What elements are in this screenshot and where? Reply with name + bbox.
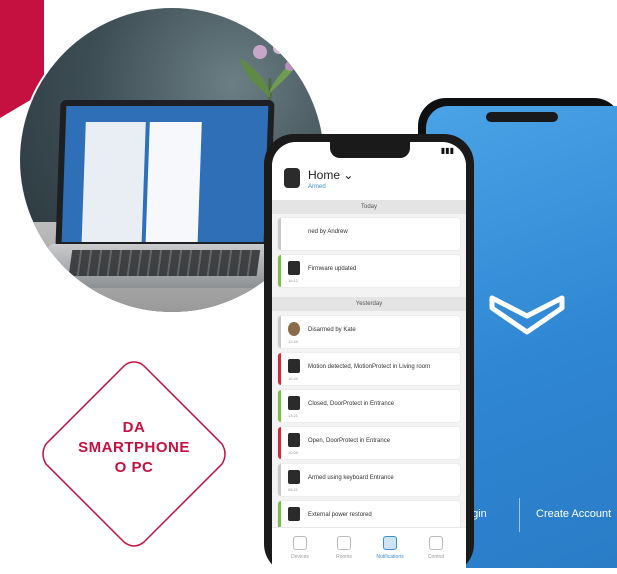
event-status-bar [278,353,281,385]
bottom-tab-bar: Devices Rooms Notifications Control [272,527,466,574]
hub-icon [284,168,300,188]
event-label: Disarmed by Kate [308,327,356,333]
ajax-logo-icon [489,295,565,335]
rooms-icon [337,536,351,550]
control-icon [429,536,443,550]
event-row[interactable]: Firmware updated 16:12 [278,255,460,287]
app-header: Home ⌄ Armed [272,162,466,200]
event-label: Motion detected, MotionProtect in Living… [308,364,431,370]
device-icon [288,507,300,521]
event-time: 16:40 [288,376,299,381]
chevron-down-icon: ⌄ [343,168,354,182]
event-label: Closed, DoorProtect in Entrance [308,401,395,407]
event-row[interactable]: ned by Andrew [278,218,460,250]
event-status-bar [278,464,281,496]
badge-line-2: SMARTPHONE [78,439,190,456]
tab-notifications[interactable]: Notifications [368,536,412,560]
user-avatar-icon [288,322,300,336]
event-status-bar [278,427,281,459]
device-icon [288,433,300,447]
status-bar: ▮▮▮ [272,142,466,162]
event-row[interactable]: Disarmed by Kate 12:40 [278,316,460,348]
event-row[interactable]: Motion detected, MotionProtect in Living… [278,353,460,385]
notifications-icon [383,536,397,550]
event-time: 12:40 [288,339,299,344]
event-label: Armed using keyboard Entrance [308,475,394,481]
create-account-button[interactable]: Create Account [536,508,611,520]
signal-icon: ▮▮▮ [440,146,454,155]
badge-line-1: DA [122,419,146,436]
event-row[interactable]: Open, DoorProtect in Entrance 10:00 [278,427,460,459]
badge-line-3: O PC [114,459,154,476]
device-icon [288,470,300,484]
hub-status: Armed [308,184,326,190]
event-status-bar [278,390,281,422]
device-icon [288,396,300,410]
event-time: 10:00 [288,450,299,455]
app-screen: ▮▮▮ Home ⌄ Armed Today ned by Andrew Fir… [272,142,466,574]
tab-control[interactable]: Control [414,536,458,560]
event-time: 08:21 [288,487,299,492]
event-label: ned by Andrew [308,229,348,235]
hub-selector[interactable]: Home ⌄ [308,168,353,182]
laptop-screen [55,100,275,248]
laptop-keyboard [42,244,286,288]
hub-title: Home [308,168,341,182]
section-today: Today [272,200,466,214]
button-divider [519,498,520,532]
event-time: 13:21 [288,413,299,418]
device-icon [288,359,300,373]
platform-badge: DA SMARTPHONE O PC [36,356,232,552]
event-time: 16:12 [288,278,299,283]
event-row[interactable]: Closed, DoorProtect in Entrance 13:21 [278,390,460,422]
app-phone: ▮▮▮ Home ⌄ Armed Today ned by Andrew Fir… [264,134,474,574]
hub-icon [288,261,300,275]
section-yesterday: Yesterday [272,297,466,311]
event-row[interactable]: Armed using keyboard Entrance 08:21 [278,464,460,496]
event-label: Open, DoorProtect in Entrance [308,438,391,444]
event-status-bar [278,316,281,348]
tab-rooms[interactable]: Rooms [322,536,366,560]
tab-devices[interactable]: Devices [278,536,322,560]
devices-icon [293,536,307,550]
event-label: External power restored [308,512,372,518]
event-label: Firmware updated [308,266,357,272]
